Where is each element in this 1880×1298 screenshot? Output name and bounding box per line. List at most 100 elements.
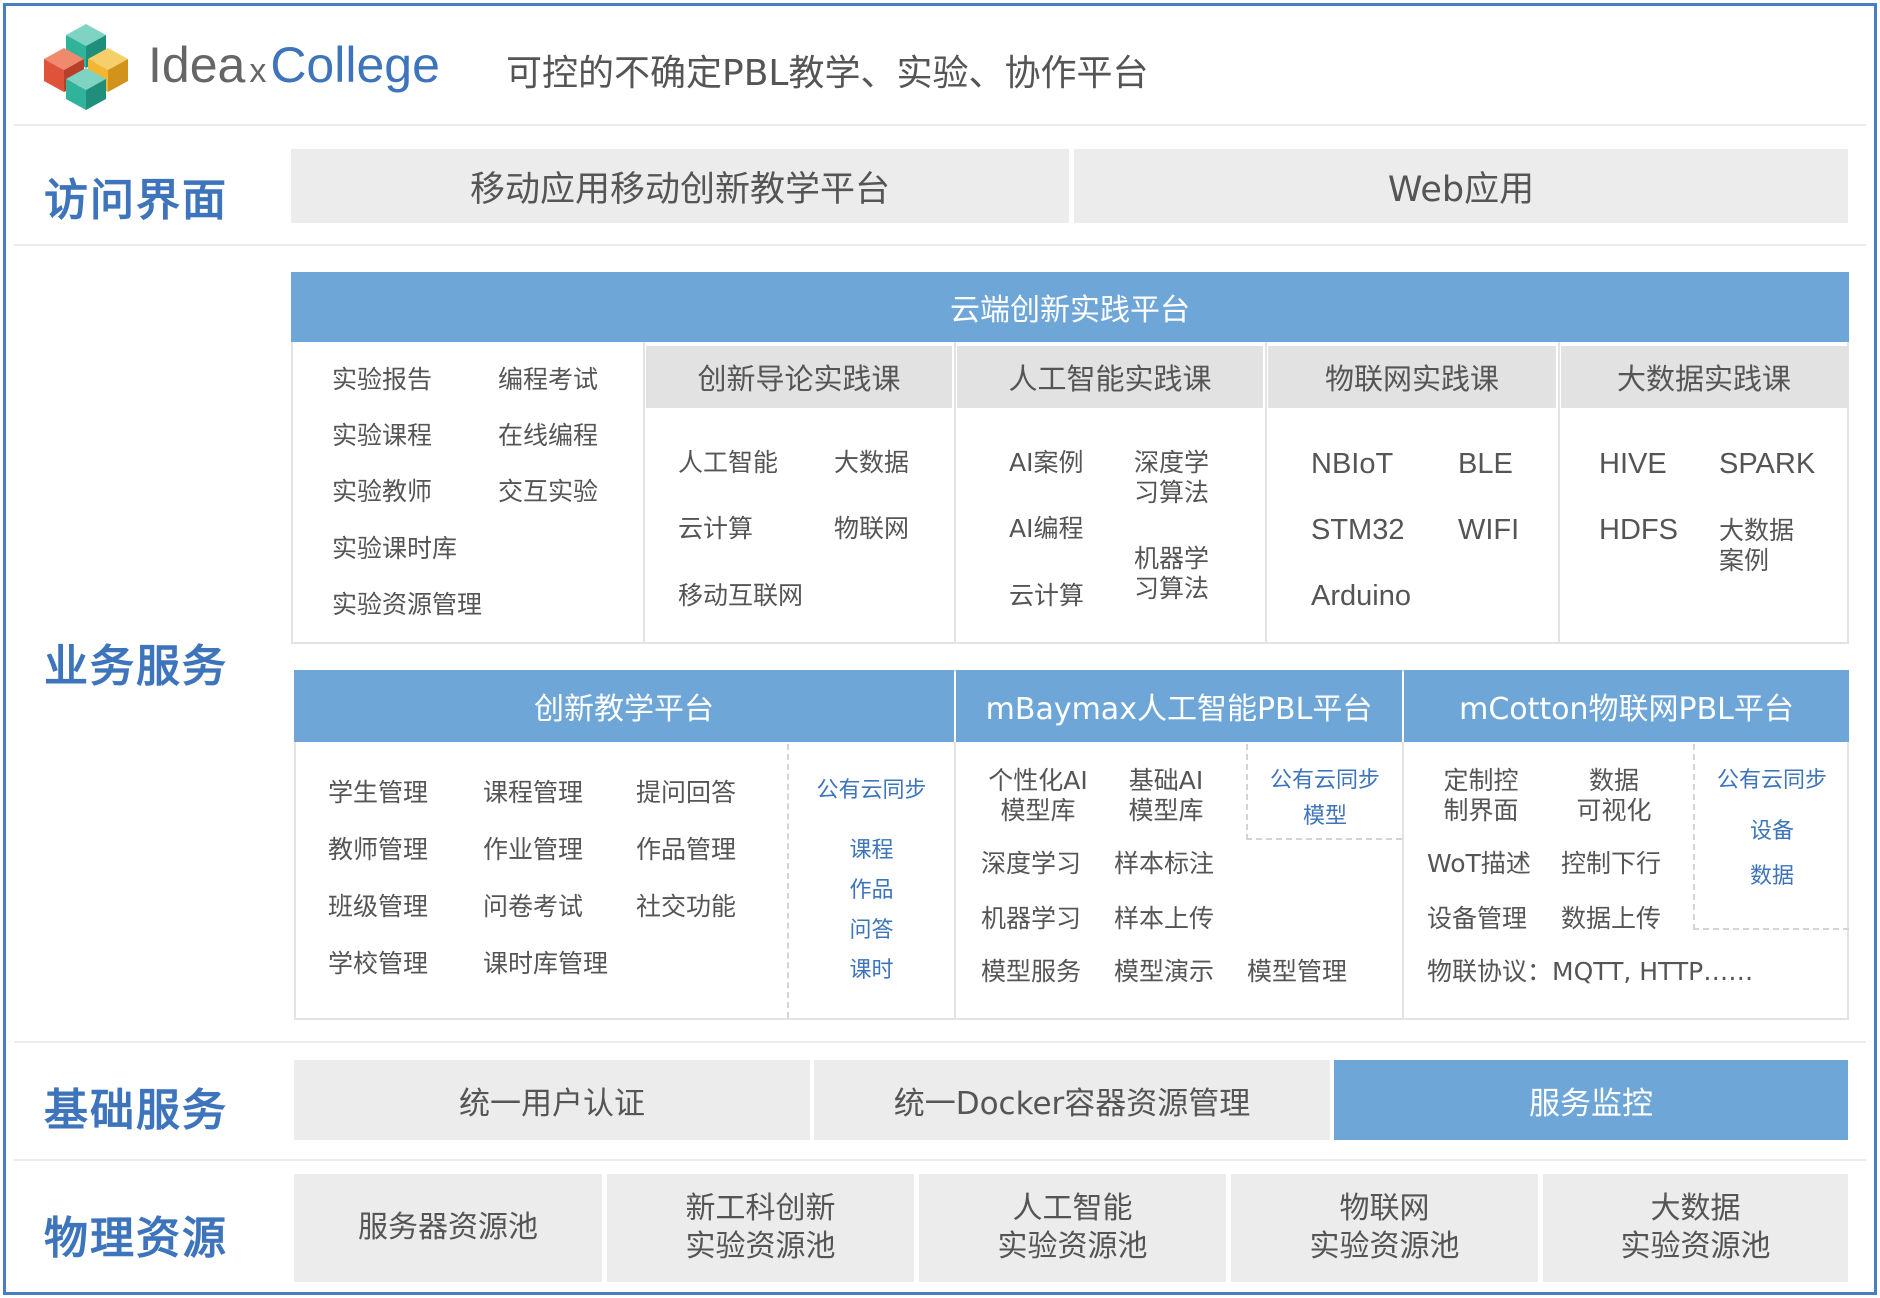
column-divider [954, 342, 956, 644]
access-mobile-box: 移动应用移动创新教学平台 [291, 149, 1069, 223]
column-divider [643, 342, 645, 644]
mbaymax-item: 个性化AI 模型库 [988, 766, 1088, 825]
basic-docker-box: 统一Docker容器资源管理 [814, 1060, 1330, 1140]
course-item: BLE [1458, 448, 1513, 480]
divider [14, 124, 1866, 126]
course-item: 机器学 习算法 [1134, 544, 1210, 603]
teach-sync-item: 课程 [849, 838, 894, 863]
course-item: Arduino [1311, 580, 1411, 612]
mcotton-sync-item: 数据 [1749, 864, 1794, 889]
cloud-platform-title: 云端创新实践平台 [291, 272, 1849, 342]
course-item: HIVE [1599, 448, 1667, 480]
mbaymax-platform-title: mBaymax人工智能PBL平台 [956, 670, 1402, 742]
course-item: 深度学 习算法 [1134, 448, 1210, 507]
mcotton-item: 控制下行 [1561, 849, 1662, 878]
teach-item: 作业管理 [483, 835, 584, 864]
mbaymax-item: 样本标注 [1114, 849, 1215, 878]
course-item: 大数据 [834, 448, 910, 477]
course-item: HDFS [1599, 514, 1678, 546]
mbaymax-item: 深度学习 [981, 849, 1082, 878]
teach-sync-title: 公有云同步 [816, 778, 927, 803]
course-header-bigdata: 大数据实践课 [1561, 346, 1847, 408]
architecture-diagram: Idea x College 可控的不确定PBL教学、实验、协作平台 访问界面 … [3, 3, 1877, 1295]
section-label-physical: 物理资源 [44, 1213, 228, 1264]
mcotton-item: 数据 可视化 [1576, 766, 1652, 825]
teach-item: 社交功能 [636, 892, 737, 921]
course-item: NBIoT [1311, 448, 1394, 480]
cloud-item: 实验教师 [332, 477, 433, 506]
section-label-business: 业务服务 [44, 641, 228, 692]
column-divider [1558, 342, 1560, 644]
teach-sync-item: 问答 [849, 918, 894, 943]
course-item: 人工智能 [678, 448, 779, 477]
teach-item: 学生管理 [328, 778, 429, 807]
divider [14, 1041, 1866, 1043]
resource-pool: 服务器资源池 [294, 1174, 602, 1282]
mbaymax-item: 模型演示 [1114, 957, 1215, 986]
course-item: 物联网 [834, 514, 910, 543]
resource-pool: 新工科创新 实验资源池 [607, 1174, 914, 1282]
logo-cubes-icon [44, 24, 128, 110]
teach-sync-item: 课时 [849, 958, 894, 983]
teach-item: 班级管理 [328, 892, 429, 921]
teach-platform-title: 创新教学平台 [294, 670, 954, 742]
teach-sync-item: 作品 [849, 878, 894, 903]
course-item: AI案例 [1009, 448, 1084, 477]
basic-monitor-box: 服务监控 [1334, 1060, 1848, 1140]
logo-wordmark: Idea x College [148, 36, 440, 96]
logo-college-text: College [270, 37, 440, 93]
teach-item: 教师管理 [328, 835, 429, 864]
teach-item: 课时库管理 [483, 949, 609, 978]
logo-x-text: x [249, 52, 267, 90]
teach-item: 课程管理 [483, 778, 584, 807]
course-item: 移动互联网 [678, 581, 804, 610]
mbaymax-item: 基础AI 模型库 [1128, 766, 1204, 825]
divider [14, 244, 1866, 246]
course-item: 云计算 [1009, 581, 1085, 610]
mcotton-item: 定制控 制界面 [1443, 766, 1519, 825]
course-item: AI编程 [1009, 514, 1084, 543]
resource-pool: 大数据 实验资源池 [1543, 1174, 1848, 1282]
mbaymax-sync-title: 公有云同步 [1269, 768, 1380, 793]
cloud-item: 实验报告 [332, 365, 433, 394]
column-divider [1402, 742, 1404, 1020]
logo-idea-text: Idea [148, 37, 246, 93]
section-label-access: 访问界面 [44, 175, 228, 226]
teach-item: 作品管理 [636, 835, 737, 864]
section-label-basic: 基础服务 [44, 1085, 228, 1136]
cloud-item: 实验课程 [332, 421, 433, 450]
cloud-item: 在线编程 [498, 421, 599, 450]
course-header-iot: 物联网实践课 [1268, 346, 1556, 408]
mcotton-protocol: 物联协议：MQTT, HTTP…… [1427, 957, 1754, 986]
course-header-intro: 创新导论实践课 [646, 346, 952, 408]
tagline: 可控的不确定PBL教学、实验、协作平台 [506, 53, 1149, 94]
course-item: WIFI [1458, 514, 1520, 546]
cloud-item: 实验资源管理 [332, 590, 483, 619]
course-item: STM32 [1311, 514, 1405, 546]
cloud-item: 编程考试 [498, 365, 599, 394]
mcotton-sync-item: 设备 [1749, 819, 1794, 844]
basic-auth-box: 统一用户认证 [294, 1060, 810, 1140]
mcotton-platform-title: mCotton物联网PBL平台 [1404, 670, 1849, 742]
mbaymax-item: 模型管理 [1247, 957, 1348, 986]
course-item: 云计算 [678, 514, 754, 543]
mcotton-sync-title: 公有云同步 [1716, 768, 1827, 793]
teach-item: 学校管理 [328, 949, 429, 978]
mbaymax-item: 机器学习 [981, 904, 1082, 933]
course-item: SPARK [1719, 448, 1816, 480]
course-header-ai: 人工智能实践课 [957, 346, 1263, 408]
column-divider [1265, 342, 1267, 644]
course-item: 大数据 案例 [1719, 516, 1795, 575]
resource-pool: 人工智能 实验资源池 [919, 1174, 1226, 1282]
mcotton-item: WoT描述 [1427, 849, 1531, 878]
teach-item: 问卷考试 [483, 892, 584, 921]
resource-pool: 物联网 实验资源池 [1231, 1174, 1538, 1282]
access-web-box: Web应用 [1074, 149, 1848, 223]
cloud-item: 交互实验 [498, 477, 599, 506]
column-divider [954, 742, 956, 1020]
mbaymax-item: 模型服务 [981, 957, 1082, 986]
teach-item: 提问回答 [636, 778, 737, 807]
mcotton-item: 数据上传 [1561, 904, 1662, 933]
cloud-item: 实验课时库 [332, 534, 458, 563]
mbaymax-item: 样本上传 [1114, 904, 1215, 933]
